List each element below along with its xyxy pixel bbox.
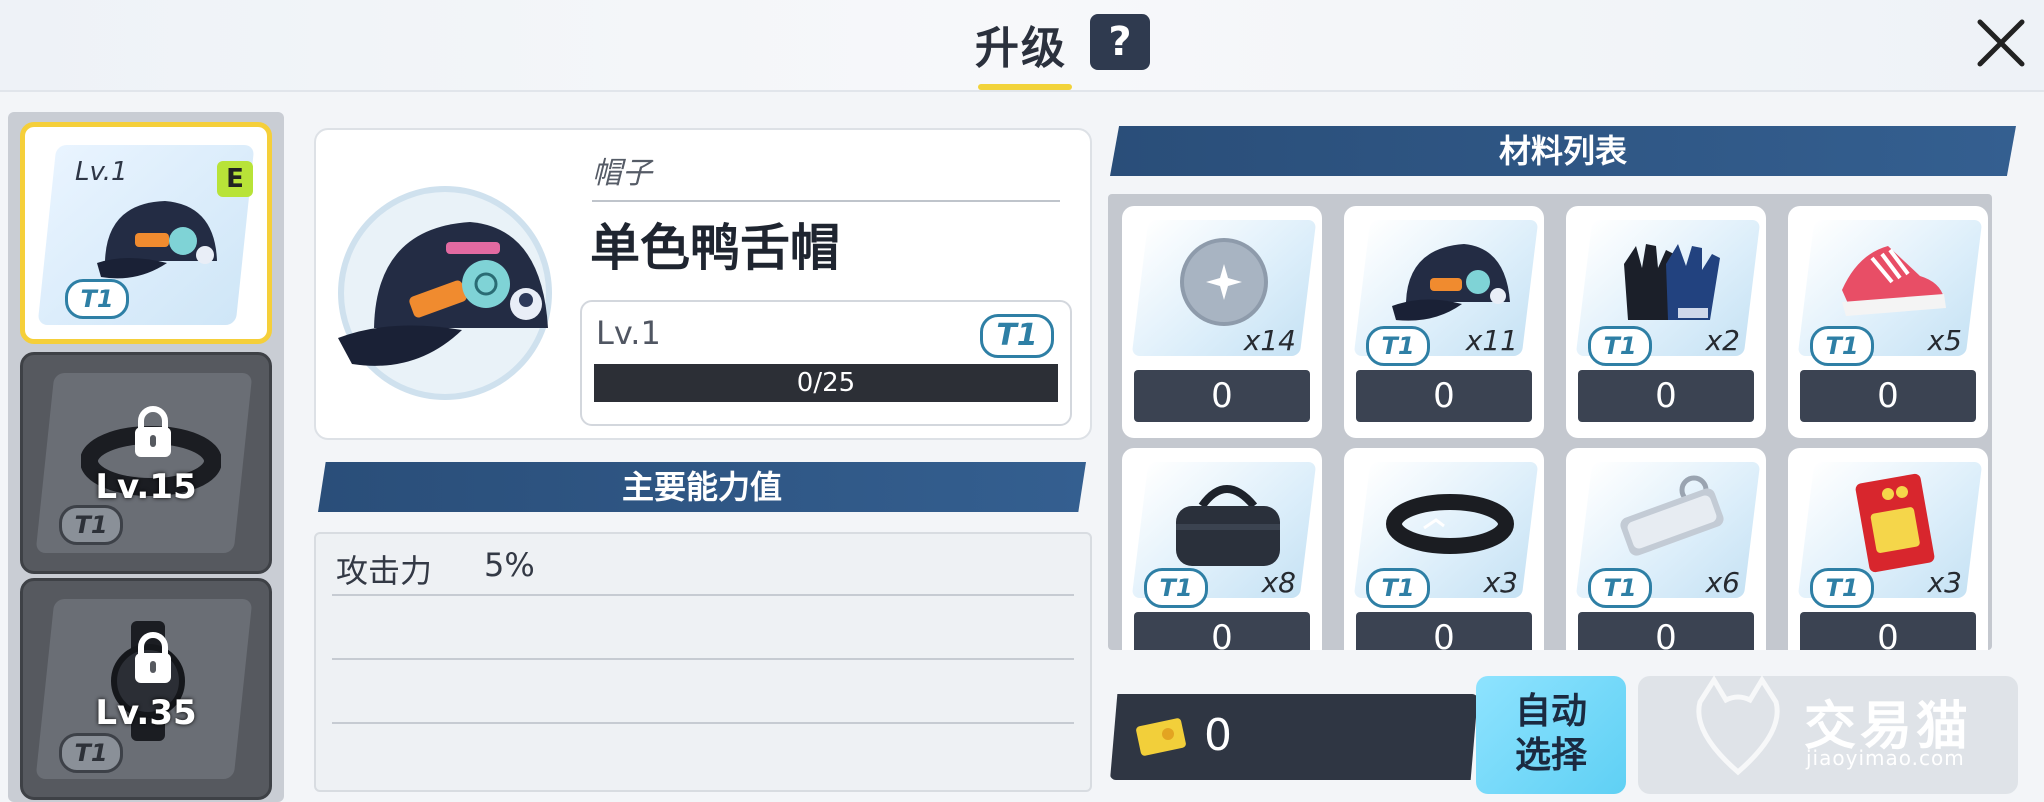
material-selected-count: 0 — [1800, 612, 1976, 650]
duffel-bag-icon — [1176, 485, 1280, 566]
material-selected-count: 0 — [1578, 612, 1754, 650]
transit-card-icon — [1855, 473, 1935, 573]
tier-badge: T1 — [59, 505, 123, 545]
material-count: x11 — [1465, 324, 1518, 357]
credits-value: 0 — [1204, 710, 1232, 761]
tier-badge: T1 — [1144, 568, 1208, 608]
divider — [592, 200, 1060, 202]
lock-icon — [135, 632, 171, 683]
equipment-slot-2[interactable]: Lv.15 T1 — [20, 352, 272, 574]
tier-badge: T1 — [65, 279, 129, 319]
crystal-orb-icon — [1180, 238, 1268, 326]
material-selected-count: 0 — [1800, 370, 1976, 422]
unlock-level: Lv.15 — [95, 467, 197, 507]
tier-badge: T1 — [1588, 568, 1652, 608]
auto-select-button[interactable]: 自动 选择 — [1476, 676, 1626, 794]
stat-row-divider — [332, 658, 1074, 660]
title-underline — [978, 84, 1072, 90]
materials-grid: x14 0 T1 x11 0 T1 x2 0 T1 x5 0 T1 x8 0 T… — [1108, 194, 1992, 650]
material-count: x14 — [1243, 324, 1296, 357]
material-item[interactable]: x14 0 — [1122, 206, 1322, 438]
material-selected-count: 0 — [1134, 370, 1310, 422]
material-count: x3 — [1483, 566, 1518, 599]
close-icon[interactable] — [1972, 14, 2030, 72]
auto-select-label: 自动 选择 — [1514, 691, 1587, 776]
watermark-url: jiaoyimao.com — [1806, 746, 1965, 770]
material-item[interactable]: T1 x3 0 — [1344, 448, 1544, 650]
sneakers-icon — [1842, 246, 1946, 316]
item-level: Lv.1 — [596, 314, 661, 352]
item-name: 单色鸭舌帽 — [590, 219, 840, 277]
equipment-slot-list: Lv.1 E T1 Lv.15 T1 Lv.35 T1 — [8, 112, 284, 802]
material-selected-count: 0 — [1356, 612, 1532, 650]
material-count: x3 — [1927, 566, 1962, 599]
item-tier-badge: T1 — [980, 314, 1054, 358]
unlock-level: Lv.35 — [95, 693, 197, 733]
material-count: x2 — [1705, 324, 1740, 357]
stat-value: 5% — [484, 546, 535, 584]
material-selected-count: 0 — [1578, 370, 1754, 422]
equipment-slot-3[interactable]: Lv.35 T1 — [20, 578, 272, 800]
exp-progress-bar: 0/25 — [594, 364, 1058, 402]
material-item[interactable]: T1 x8 0 — [1122, 448, 1322, 650]
tier-badge: T1 — [1588, 326, 1652, 366]
material-selected-count: 0 — [1356, 370, 1532, 422]
material-item[interactable]: T1 x3 0 — [1788, 448, 1988, 650]
materials-header: 材料列表 — [1110, 126, 2016, 176]
lock-icon — [135, 406, 171, 457]
stat-row-divider — [332, 722, 1074, 724]
gloves-icon — [1624, 244, 1720, 320]
stats-header: 主要能力值 — [318, 462, 1086, 512]
material-count: x5 — [1927, 324, 1962, 357]
material-item[interactable]: T1 x6 0 — [1566, 448, 1766, 650]
material-item[interactable]: T1 x11 0 — [1344, 206, 1544, 438]
material-count: x6 — [1705, 566, 1740, 599]
tier-badge: T1 — [1366, 326, 1430, 366]
material-item[interactable]: T1 x5 0 — [1788, 206, 1988, 438]
tier-badge: T1 — [1810, 326, 1874, 366]
material-item[interactable]: T1 x2 0 — [1566, 206, 1766, 438]
material-count: x8 — [1261, 566, 1296, 599]
cap-icon — [1392, 244, 1510, 321]
headband-icon — [1386, 494, 1514, 554]
credit-card-icon — [1136, 718, 1186, 756]
serval-keychain-icon — [1620, 475, 1724, 556]
item-cap-icon — [338, 186, 552, 400]
material-selected-count: 0 — [1134, 612, 1310, 650]
item-category: 帽子 — [592, 156, 652, 191]
stat-row-divider — [332, 594, 1074, 596]
help-button[interactable]: ? — [1090, 14, 1150, 70]
stat-name: 攻击力 — [336, 552, 433, 590]
tier-badge: T1 — [1810, 568, 1874, 608]
page-title: 升级 — [975, 23, 1067, 74]
equipment-slot-1[interactable]: Lv.1 E T1 — [20, 122, 272, 344]
tier-badge: T1 — [1366, 568, 1430, 608]
tier-badge: T1 — [59, 733, 123, 773]
